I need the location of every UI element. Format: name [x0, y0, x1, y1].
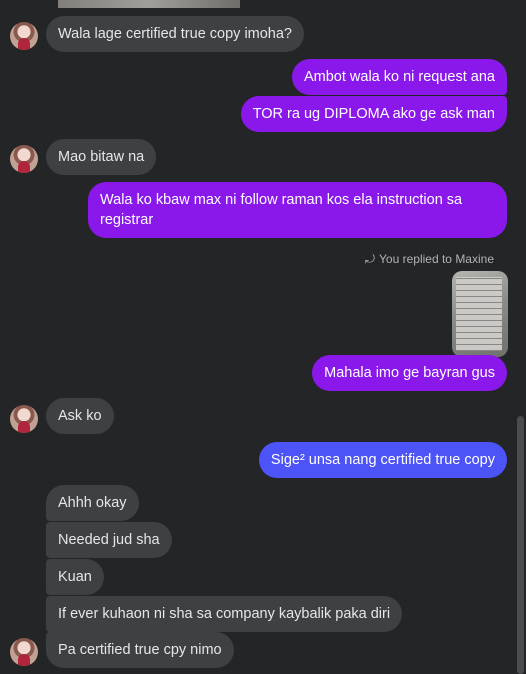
message-text: Ambot wala ko ni request ana [303, 69, 495, 85]
incoming-message[interactable]: Pa certified true cpy nimo [46, 632, 234, 668]
outgoing-message[interactable]: Wala ko kbaw max ni follow raman kos ela… [88, 182, 507, 238]
outgoing-message[interactable]: Ambot wala ko ni request ana [291, 59, 507, 95]
reply-context-label: ⤾ You replied to Maxine [365, 252, 494, 267]
message-text: Mahala imo ge bayran gus [324, 365, 495, 381]
incoming-message[interactable]: If ever kuhaon ni sha sa company kaybali… [46, 596, 403, 632]
contact-avatar[interactable] [10, 145, 38, 173]
message-text-line: registrar [100, 212, 154, 228]
message-text: Sige² unsa nang certified true copy [270, 452, 495, 468]
replied-photo-thumbnail[interactable] [452, 271, 508, 357]
message-text: TOR ra ug DIPLOMA ako ge ask man [252, 106, 495, 122]
message-text: Wala lage certified true copy imoha? [58, 26, 292, 42]
incoming-message[interactable]: Kuan [46, 559, 104, 595]
scrollbar[interactable] [512, 0, 526, 674]
outgoing-message[interactable]: TOR ra ug DIPLOMA ako ge ask man [240, 96, 507, 132]
incoming-message[interactable]: Mao bitaw na [46, 139, 157, 175]
incoming-message[interactable]: Ahhh okay [46, 485, 139, 521]
contact-avatar[interactable] [10, 638, 38, 666]
scrollbar-thumb[interactable] [517, 416, 524, 674]
document-photo [456, 277, 502, 351]
message-text: Ahhh okay [58, 495, 127, 511]
outgoing-message[interactable]: Sige² unsa nang certified true copy [258, 442, 507, 478]
conversation-thread: Wala lage certified true copy imoha? Amb… [0, 0, 526, 674]
reply-arrow-icon: ⤾ [365, 252, 376, 266]
message-text: If ever kuhaon ni sha sa company kaybali… [58, 606, 391, 622]
incoming-message[interactable]: Wala lage certified true copy imoha? [46, 16, 304, 52]
message-text: Kuan [58, 569, 92, 585]
contact-avatar[interactable] [10, 22, 38, 50]
previous-media-preview[interactable] [58, 0, 240, 8]
message-text: Pa certified true cpy nimo [58, 642, 222, 658]
incoming-message[interactable]: Needed jud sha [46, 522, 172, 558]
outgoing-message[interactable]: Mahala imo ge bayran gus [312, 355, 507, 391]
incoming-message[interactable]: Ask ko [46, 398, 114, 434]
message-text: Needed jud sha [58, 532, 160, 548]
message-text-line: Wala ko kbaw max ni follow raman kos ela… [100, 192, 463, 208]
message-text: Mao bitaw na [58, 149, 145, 165]
reply-context-text: You replied to Maxine [379, 252, 494, 266]
message-text: Ask ko [58, 408, 102, 424]
contact-avatar[interactable] [10, 405, 38, 433]
